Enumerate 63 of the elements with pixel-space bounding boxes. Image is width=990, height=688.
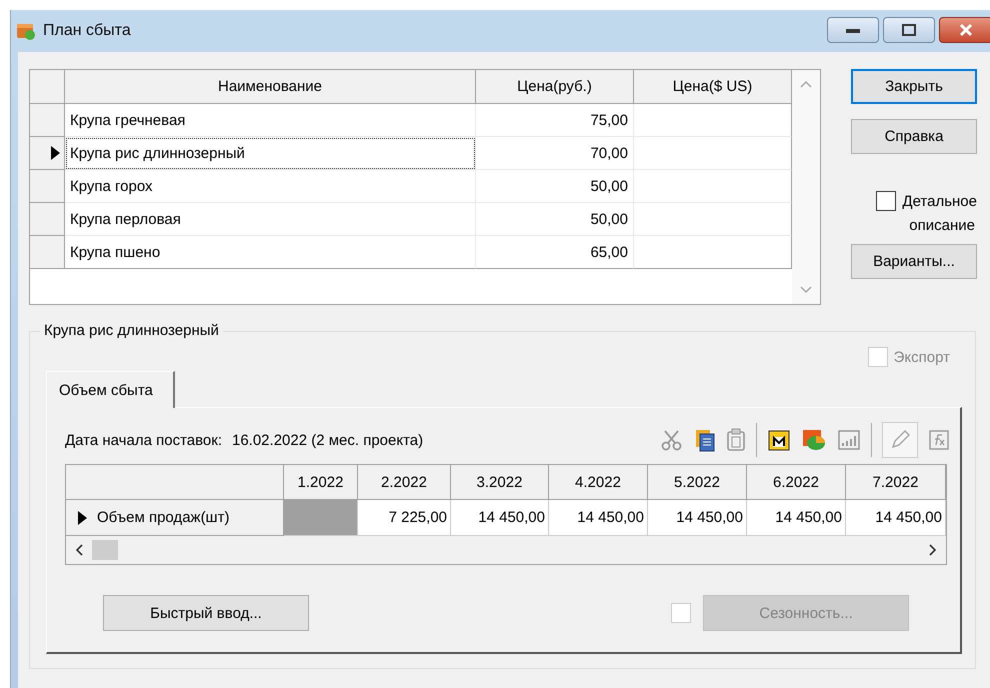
copy-icon[interactable]: [694, 428, 716, 452]
column-header: 2.2022: [358, 465, 451, 500]
table-cell: 75,00: [476, 104, 634, 137]
column-header[interactable]: Цена($ US): [634, 70, 792, 104]
row-indicator[interactable]: [30, 137, 65, 170]
table-cell: 70,00: [476, 137, 634, 170]
tab[interactable]: Объем сбыта: [46, 371, 175, 408]
pie-chart-icon[interactable]: [801, 428, 827, 452]
dialog-button[interactable]: Справка: [851, 119, 977, 154]
column-header: 4.2022: [549, 465, 648, 500]
variants-button[interactable]: Варианты...: [851, 244, 977, 279]
scissors-icon[interactable]: [660, 428, 684, 452]
table-cell[interactable]: 14 450,00: [451, 500, 549, 536]
column-header[interactable]: Цена(руб.): [476, 70, 634, 104]
table-cell[interactable]: 14 450,00: [846, 500, 946, 536]
maximize-button[interactable]: [883, 17, 935, 43]
column-header[interactable]: Наименование: [65, 70, 476, 104]
start-date-value: 16.02.2022 (2 мес. проекта): [232, 432, 424, 448]
column-header: 5.2022: [648, 465, 747, 500]
close-icon: [958, 23, 974, 37]
checkbox[interactable]: [876, 191, 896, 211]
formula-icon[interactable]: [928, 429, 950, 451]
table-cell: 50,00: [476, 170, 634, 203]
pencil-button[interactable]: [882, 422, 918, 458]
start-date-label: Дата начала поставок:: [65, 432, 222, 448]
row-pointer-icon: [51, 146, 60, 160]
table-cell[interactable]: 7 225,00: [358, 500, 451, 536]
table-cell[interactable]: Крупа горох: [65, 170, 476, 203]
maximize-icon: [902, 24, 916, 36]
vertical-scrollbar[interactable]: [792, 70, 820, 304]
minimize-button[interactable]: [827, 17, 879, 43]
scroll-right-icon[interactable]: [928, 544, 938, 556]
checkbox-label: описание: [909, 217, 975, 234]
row-pointer-icon: [78, 510, 87, 524]
scroll-thumb[interactable]: [92, 540, 118, 560]
clipboard-icon[interactable]: [726, 428, 746, 452]
group-title: Крупа рис длиннозерный: [40, 322, 223, 339]
close-button[interactable]: [939, 17, 990, 43]
table-cell[interactable]: 14 450,00: [648, 500, 747, 536]
table-cell[interactable]: 14 450,00: [747, 500, 846, 536]
checkbox-label: Экспорт: [894, 348, 950, 366]
calendar-icon[interactable]: [767, 428, 791, 452]
checkbox-label: Детальное: [902, 192, 977, 210]
table-cell[interactable]: Крупа гречневая: [65, 104, 476, 137]
scroll-up-icon[interactable]: [800, 80, 812, 88]
chart-icon[interactable]: [837, 428, 861, 452]
scroll-left-icon[interactable]: [74, 544, 84, 556]
scroll-down-icon[interactable]: [800, 286, 812, 294]
table-cell[interactable]: Крупа пшено: [65, 236, 476, 269]
minimize-icon: [845, 26, 861, 34]
column-header: 1.2022: [284, 465, 358, 500]
dialog-button[interactable]: Закрыть: [851, 69, 977, 104]
quick-input-button[interactable]: Быстрый ввод...: [103, 595, 309, 631]
table-cell: 50,00: [476, 203, 634, 236]
row-label: Объем продаж(шт): [97, 509, 230, 526]
column-header: 6.2022: [747, 465, 846, 500]
column-header: 7.2022: [846, 465, 946, 500]
table-cell[interactable]: Крупа перловая: [65, 203, 476, 236]
window-title: План сбыта: [43, 22, 131, 40]
table-cell: 65,00: [476, 236, 634, 269]
table-cell[interactable]: 14 450,00: [549, 500, 648, 536]
table-cell[interactable]: Крупа рис длиннозерный: [65, 137, 476, 170]
column-header: 3.2022: [451, 465, 549, 500]
